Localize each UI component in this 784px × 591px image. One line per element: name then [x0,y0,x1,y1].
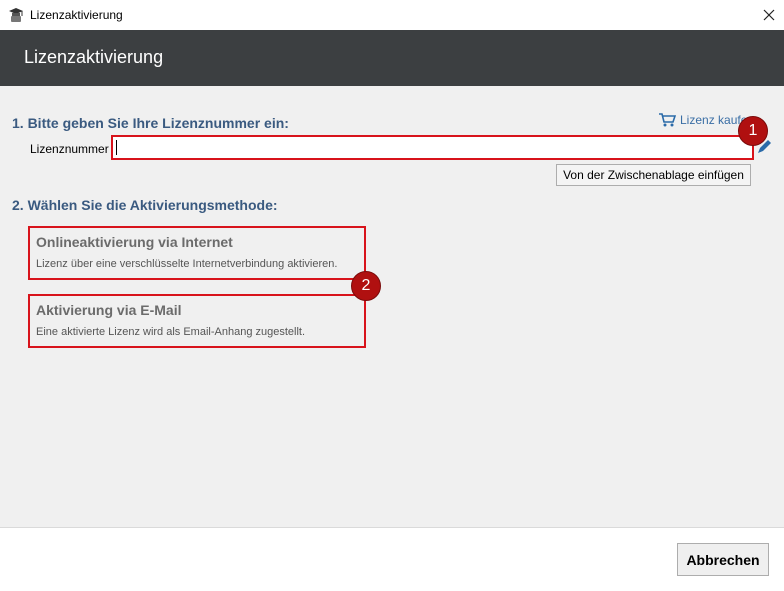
email-activation-description: Eine aktivierte Lizenz wird als Email-An… [36,326,306,338]
step2-heading: 2. Wählen Sie die Aktivierungsmethode: [12,197,278,213]
annotation-badge-2: 2 [351,271,381,301]
paste-from-clipboard-button[interactable]: Von der Zwischenablage einfügen [556,164,751,186]
email-activation-option[interactable]: Aktivierung via E-Mail Eine aktivierte L… [28,294,366,348]
email-activation-title: Aktivierung via E-Mail [36,302,182,318]
online-activation-description: Lizenz über eine verschlüsselte Internet… [36,258,338,270]
dialog-header: Lizenzaktivierung [0,30,784,86]
close-button[interactable] [754,4,784,26]
window-titlebar: Lizenzaktivierung [0,0,784,30]
window-title: Lizenzaktivierung [30,8,123,22]
annotation-badge-1: 1 [738,116,768,146]
online-activation-option[interactable]: Onlineaktivierung via Internet Lizenz üb… [28,226,366,280]
cancel-button[interactable]: Abbrechen [677,543,769,576]
step1-heading: 1. Bitte geben Sie Ihre Lizenznummer ein… [12,115,289,131]
online-activation-title: Onlineaktivierung via Internet [36,234,233,250]
dialog-content: 1. Bitte geben Sie Ihre Lizenznummer ein… [0,86,784,527]
graduation-cap-icon [9,8,23,22]
text-caret [116,140,117,155]
header-title: Lizenzaktivierung [24,47,164,67]
license-number-input[interactable] [111,135,754,160]
close-icon [763,9,775,21]
license-number-label: Lizenznummer [30,142,109,156]
dialog-footer: Abbrechen [0,528,784,591]
cart-icon [659,113,676,127]
